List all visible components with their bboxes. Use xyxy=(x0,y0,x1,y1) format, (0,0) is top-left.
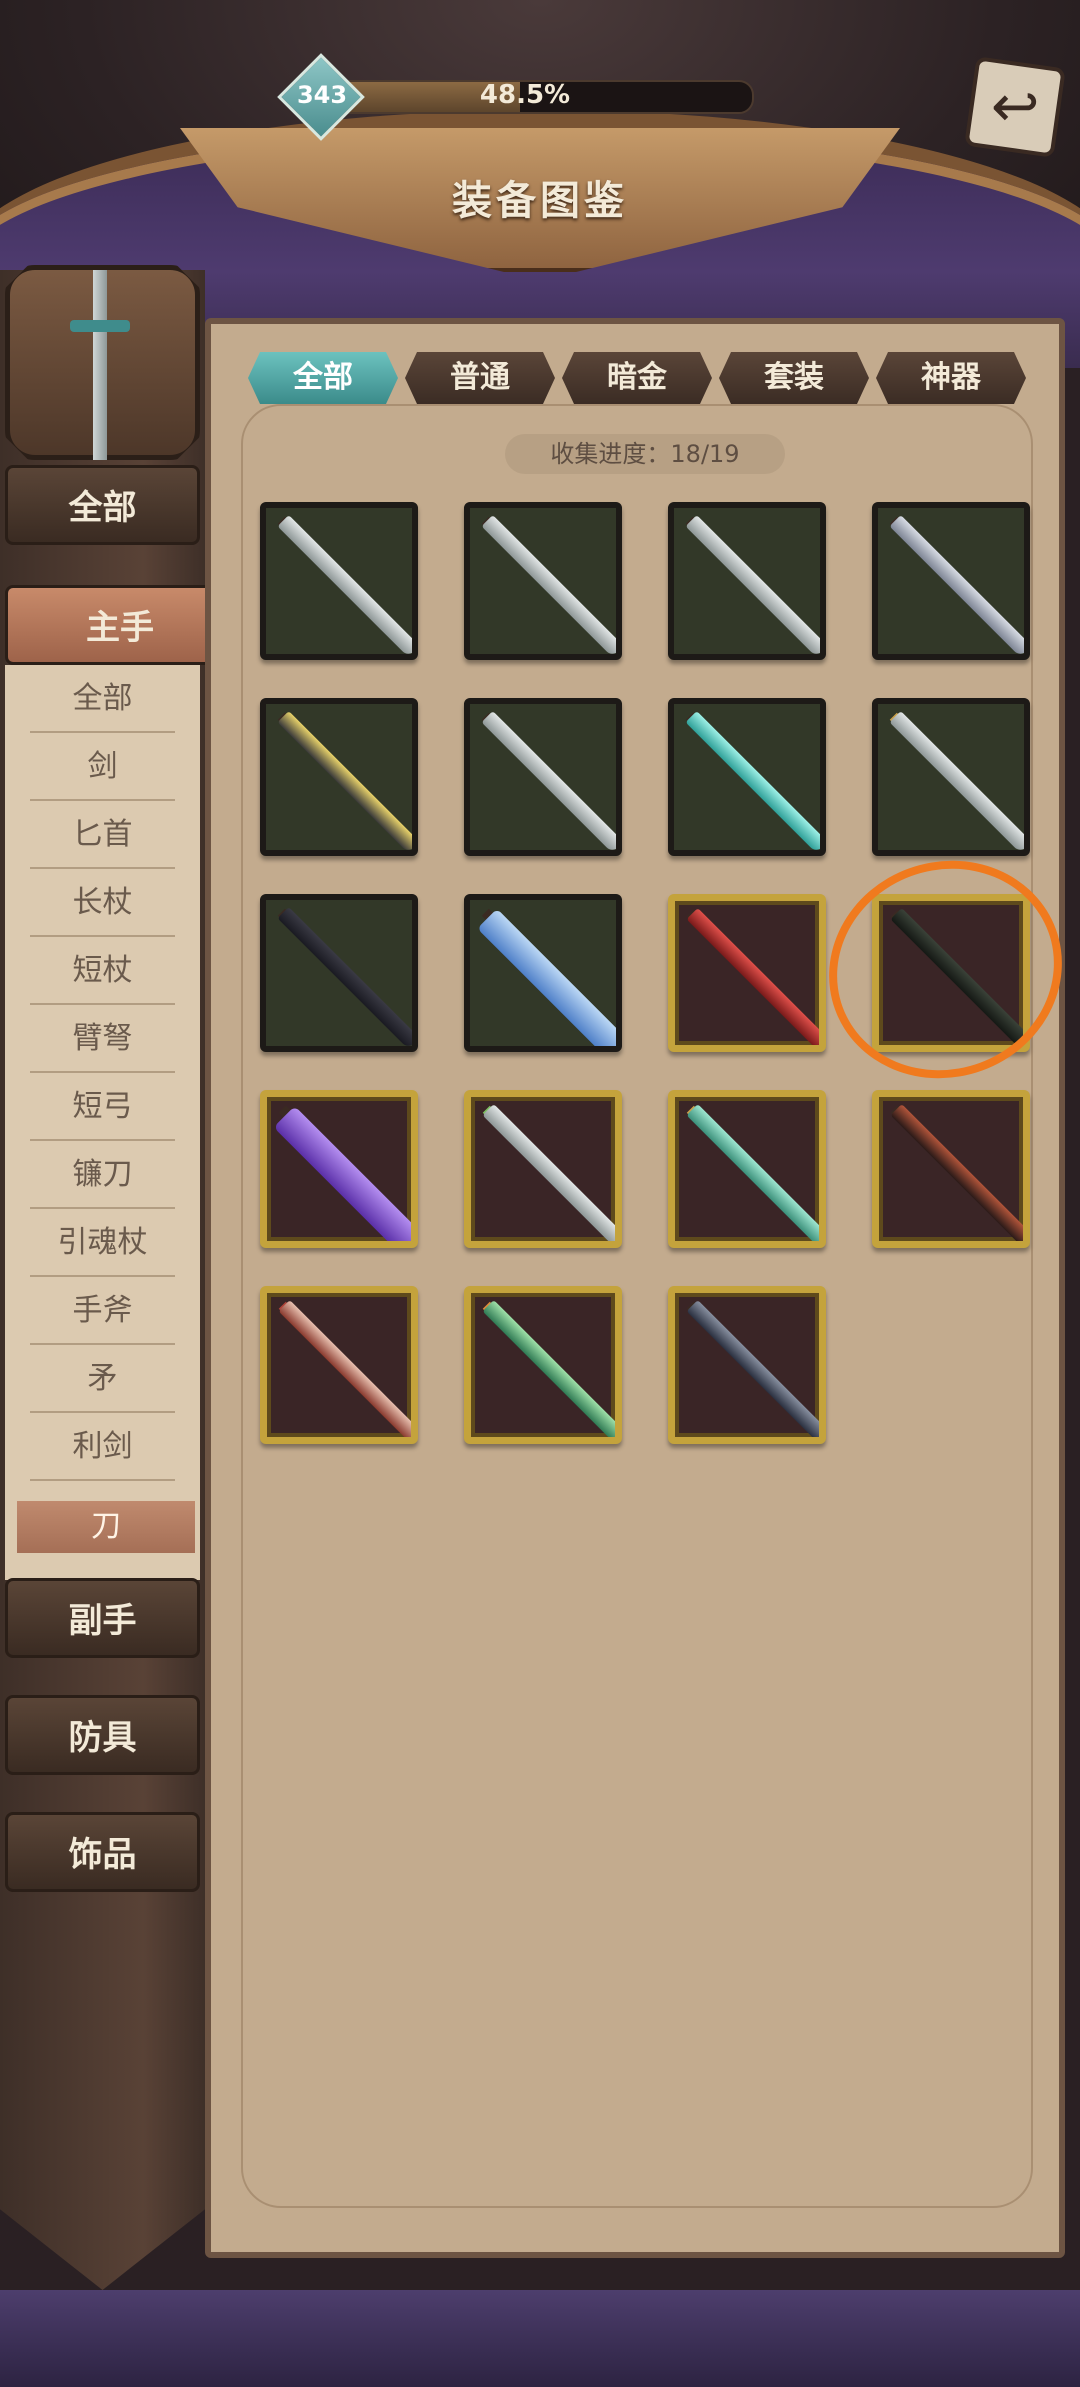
blade-icon xyxy=(889,710,1024,850)
level-value: 343 xyxy=(296,81,348,109)
blade-icon xyxy=(686,1103,819,1241)
subcategory-spear[interactable]: 矛 xyxy=(5,1345,200,1413)
blade-icon xyxy=(889,514,1024,654)
subcategory-blade[interactable]: 刀 xyxy=(17,1501,195,1553)
blade-icon xyxy=(482,1299,615,1437)
blade-icon xyxy=(482,1103,615,1241)
equipment-slot-gold[interactable] xyxy=(668,894,826,1052)
subcategory-crossbow[interactable]: 臂弩 xyxy=(5,1005,200,1073)
subcategory-hand-axe[interactable]: 手斧 xyxy=(5,1277,200,1345)
blade-icon xyxy=(277,906,412,1046)
blade-icon xyxy=(685,710,820,850)
blade-icon xyxy=(686,907,819,1045)
progress-percent: 48.5% xyxy=(479,80,571,110)
equipment-slot[interactable] xyxy=(464,698,622,856)
category-all[interactable]: 全部 xyxy=(5,465,200,545)
subcategory-short-bow[interactable]: 短弓 xyxy=(5,1073,200,1141)
blade-icon xyxy=(686,1299,819,1437)
tab-artifact[interactable]: 神器 xyxy=(876,352,1026,404)
blade-icon xyxy=(277,514,412,654)
category-armor[interactable]: 防具 xyxy=(5,1695,200,1775)
blade-icon xyxy=(890,1103,1023,1241)
equipment-slot[interactable] xyxy=(668,698,826,856)
subcategory-sword[interactable]: 剑 xyxy=(5,733,200,801)
equipment-slot-gold[interactable] xyxy=(464,1090,622,1248)
equipment-slot-gold[interactable] xyxy=(668,1286,826,1444)
equipment-slot[interactable] xyxy=(668,502,826,660)
blade-icon xyxy=(481,710,616,850)
collection-progress: 收集进度：18/19 xyxy=(505,434,785,474)
blade-icon xyxy=(481,514,616,654)
subcategory-sharp-sword[interactable]: 利剑 xyxy=(5,1413,200,1481)
tab-set[interactable]: 套装 xyxy=(719,352,869,404)
subcategory-all[interactable]: 全部 xyxy=(5,665,200,733)
back-button[interactable]: ↩ xyxy=(964,56,1066,158)
tab-normal[interactable]: 普通 xyxy=(405,352,555,404)
equipment-slot-gold[interactable] xyxy=(668,1090,826,1248)
back-arrow-icon: ↩ xyxy=(990,72,1040,141)
equipment-slot-gold[interactable] xyxy=(260,1286,418,1444)
category-main-hand[interactable]: 主手 xyxy=(5,585,235,665)
blade-icon xyxy=(273,1105,411,1241)
blade-icon xyxy=(277,710,412,850)
equipment-slot[interactable] xyxy=(260,894,418,1052)
blade-icon xyxy=(477,908,616,1046)
blade-icon xyxy=(278,1299,411,1437)
equipment-slot[interactable] xyxy=(464,894,622,1052)
equipment-slot[interactable] xyxy=(464,502,622,660)
tab-dark-gold[interactable]: 暗金 xyxy=(562,352,712,404)
equipment-slot[interactable] xyxy=(872,502,1030,660)
bottom-decoration xyxy=(0,2290,1080,2387)
category-off-hand[interactable]: 副手 xyxy=(5,1578,200,1658)
category-accessory[interactable]: 饰品 xyxy=(5,1812,200,1892)
sword-guard-icon xyxy=(70,320,130,332)
subcategory-dagger[interactable]: 匕首 xyxy=(5,801,200,869)
tab-all[interactable]: 全部 xyxy=(248,352,398,404)
sword-icon xyxy=(93,270,107,460)
equipment-slot[interactable] xyxy=(872,698,1030,856)
subcategory-scythe[interactable]: 镰刀 xyxy=(5,1141,200,1209)
equipment-slot-gold[interactable] xyxy=(464,1286,622,1444)
equipment-slot-gold[interactable] xyxy=(872,1090,1030,1248)
blade-icon xyxy=(685,514,820,654)
page-title: 装备图鉴 xyxy=(452,178,628,224)
equipment-slot-gold[interactable] xyxy=(260,1090,418,1248)
equipment-slot[interactable] xyxy=(260,502,418,660)
subcategory-short-staff[interactable]: 短杖 xyxy=(5,937,200,1005)
subcategory-list: 全部 剑 匕首 长杖 短杖 臂弩 短弓 镰刀 引魂杖 手斧 矛 利剑 刀 xyxy=(5,665,200,1580)
equipment-slot[interactable] xyxy=(260,698,418,856)
subcategory-soul-staff[interactable]: 引魂杖 xyxy=(5,1209,200,1277)
subcategory-long-staff[interactable]: 长杖 xyxy=(5,869,200,937)
